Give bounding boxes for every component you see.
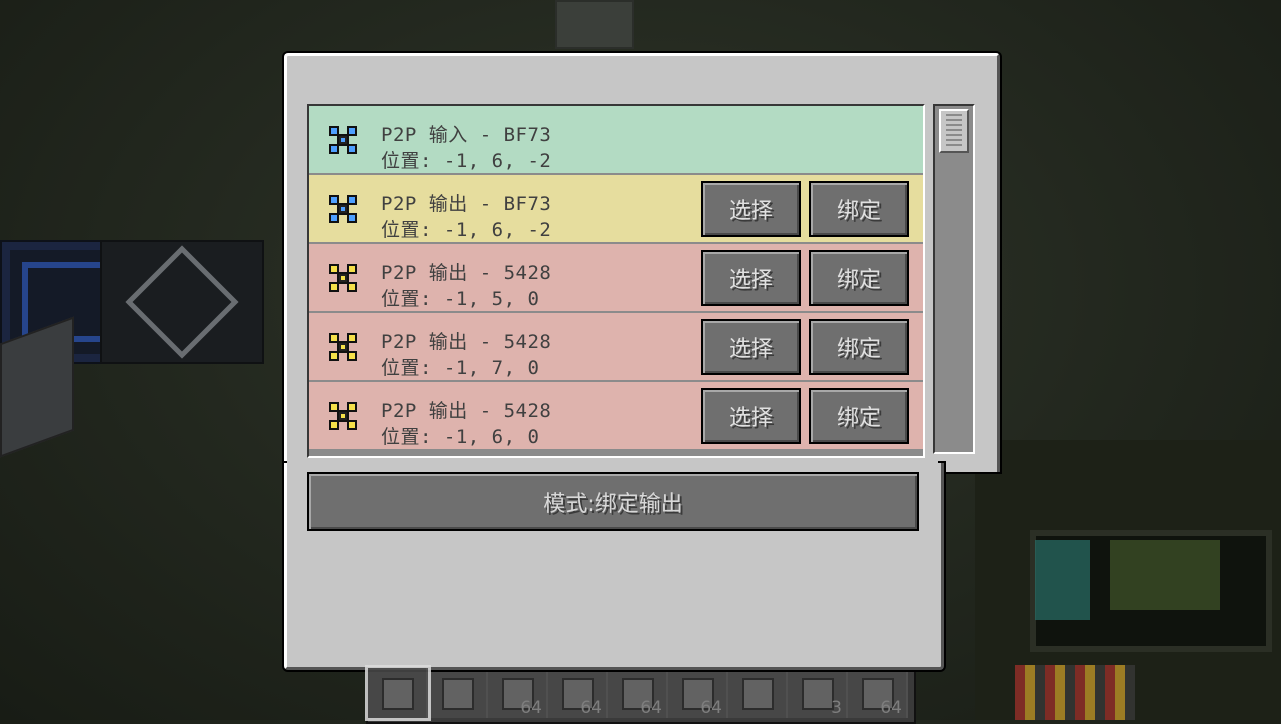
- p2p-position: 位置: -1, 6, 0: [381, 426, 540, 448]
- hotbar-slot[interactable]: [428, 668, 488, 718]
- p2p-title: P2P 输出 - 5428: [381, 400, 552, 422]
- hotbar-slot[interactable]: 3: [788, 668, 848, 718]
- world-block: [100, 240, 264, 364]
- p2p-position: 位置: -1, 6, -2: [381, 150, 552, 172]
- slot-count: 64: [580, 698, 602, 718]
- p2p-position: 位置: -1, 7, 0: [381, 357, 540, 379]
- p2p-tuner-icon: [382, 678, 414, 710]
- p2p-output-row[interactable]: P2P 输出 - BF73 位置: -1, 6, -2 选择 绑定: [309, 175, 923, 242]
- hotbar-slot[interactable]: 64: [848, 668, 908, 718]
- bind-button[interactable]: 绑定: [809, 319, 909, 375]
- slot-count: 64: [700, 698, 722, 718]
- p2p-tunnel-icon: [327, 262, 359, 294]
- p2p-position: 位置: -1, 6, -2: [381, 219, 552, 241]
- frame-icon: [442, 678, 474, 710]
- slot-count: 3: [831, 698, 842, 718]
- p2p-tunnel-icon: [327, 400, 359, 432]
- slot-count: 64: [640, 698, 662, 718]
- bind-button[interactable]: 绑定: [809, 250, 909, 306]
- p2p-title: P2P 输出 - 5428: [381, 262, 552, 284]
- select-button[interactable]: 选择: [701, 250, 801, 306]
- p2p-tunnel-icon: [327, 331, 359, 363]
- world-block: [555, 0, 634, 49]
- hotbar-slot[interactable]: [365, 665, 431, 721]
- slot-count: 64: [880, 698, 902, 718]
- bind-button[interactable]: 绑定: [809, 181, 909, 237]
- world-machine: [975, 440, 1281, 720]
- block-icon: [802, 678, 834, 710]
- slot-count: 64: [520, 698, 542, 718]
- select-button[interactable]: 选择: [701, 319, 801, 375]
- p2p-output-row[interactable]: P2P 输出 - 5428 位置: -1, 6, 0 选择 绑定: [309, 382, 923, 449]
- p2p-output-row[interactable]: P2P 输出 - 5428 位置: -1, 7, 0 选择 绑定: [309, 313, 923, 380]
- select-button[interactable]: 选择: [701, 388, 801, 444]
- p2p-title: P2P 输出 - 5428: [381, 331, 552, 353]
- p2p-title: P2P 输出 - BF73: [381, 193, 552, 215]
- hotbar-slot[interactable]: [728, 668, 788, 718]
- p2p-input-row[interactable]: P2P 输入 - BF73 位置: -1, 6, -2: [309, 106, 923, 173]
- hotbar-slot[interactable]: 64: [668, 668, 728, 718]
- scrollbar[interactable]: [933, 104, 975, 454]
- p2p-title: P2P 输入 - BF73: [381, 124, 552, 146]
- p2p-tunnel-icon: [327, 124, 359, 156]
- bind-button[interactable]: 绑定: [809, 388, 909, 444]
- hotbar-slot[interactable]: 64: [548, 668, 608, 718]
- mode-button[interactable]: 模式:绑定输出: [307, 472, 919, 531]
- p2p-position: 位置: -1, 5, 0: [381, 288, 540, 310]
- p2p-output-row[interactable]: P2P 输出 - 5428 位置: -1, 5, 0 选择 绑定: [309, 244, 923, 311]
- scrollbar-thumb[interactable]: [939, 109, 969, 153]
- select-button[interactable]: 选择: [701, 181, 801, 237]
- wrench-icon: [742, 678, 774, 710]
- p2p-tunnel-icon: [327, 193, 359, 225]
- hotbar[interactable]: 64 64 64 64 3 64: [365, 665, 916, 724]
- hotbar-slot[interactable]: 64: [608, 668, 668, 718]
- p2p-list: P2P 输入 - BF73 位置: -1, 6, -2 P2P 输出 - BF73 位…: [307, 104, 925, 458]
- hotbar-slot[interactable]: 64: [488, 668, 548, 718]
